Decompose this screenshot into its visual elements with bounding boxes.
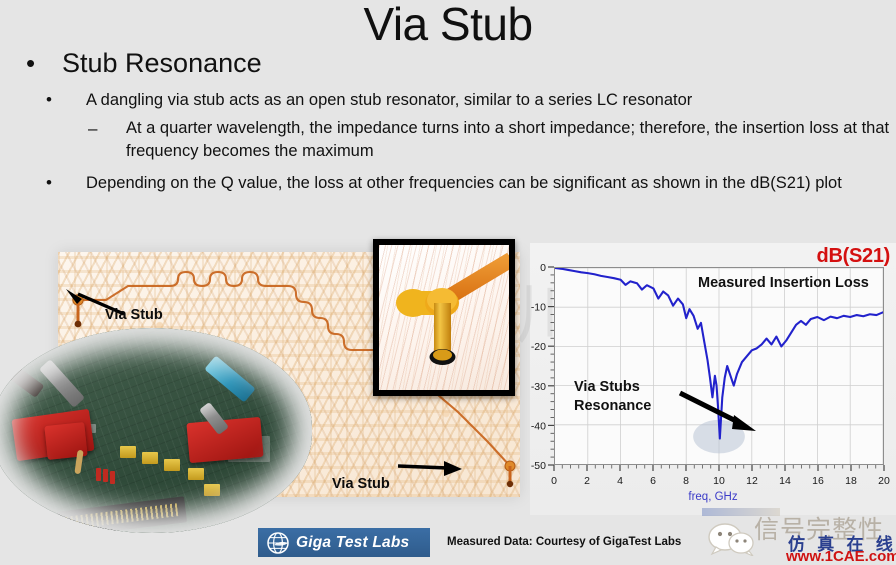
svg-text:-20: -20: [531, 341, 546, 353]
bullet-list: • Stub Resonance • A dangling via stub a…: [0, 46, 896, 195]
site-watermark: 信号完整性 仿 真 在 线 www.1CAE.com: [700, 508, 896, 565]
svg-text:20: 20: [878, 475, 890, 487]
pcb-callout-label-2: Via Stub: [332, 476, 390, 492]
svg-text:18: 18: [845, 475, 857, 487]
chart-xlabel: freq, GHz: [688, 491, 738, 503]
wechat-icon: [708, 523, 754, 556]
svg-text:-50: -50: [531, 460, 546, 472]
pcb-component: [103, 469, 108, 482]
svg-text:-10: -10: [531, 302, 546, 314]
pcb-photograph: [0, 328, 312, 533]
bullet-level1: • Stub Resonance: [26, 46, 896, 80]
pcb-component: [110, 471, 115, 484]
pcb-component: [164, 459, 180, 471]
bullet-item-0: • A dangling via stub acts as an open st…: [46, 88, 896, 112]
svg-text:12: 12: [746, 475, 758, 487]
bullet-item-2-text: Depending on the Q value, the loss at ot…: [86, 174, 842, 192]
svg-text:6: 6: [650, 475, 656, 487]
watermark-url: www.1CAE.com: [786, 548, 896, 565]
chart-callout-line2: Resonance: [574, 398, 652, 414]
pcb-component: [120, 446, 136, 458]
chart-callout-line1: Via Stubs: [574, 379, 640, 395]
svg-text:14: 14: [779, 475, 791, 487]
bullet-item-1-text: At a quarter wavelength, the impedance t…: [126, 119, 890, 160]
bullet-item-0-text: A dangling via stub acts as an open stub…: [86, 91, 693, 109]
chart-annotation: Measured Insertion Loss: [698, 275, 869, 291]
svg-text:0: 0: [540, 262, 546, 274]
bullet-marker: •: [46, 90, 52, 109]
slide-canvas: Via Stub • Stub Resonance • A dangling v…: [0, 0, 896, 565]
svg-text:4: 4: [617, 475, 623, 487]
via-3d-inset: [373, 239, 515, 396]
pcb-component: [96, 468, 101, 481]
bullet-marker: •: [46, 173, 52, 192]
bullet-item-1: – At a quarter wavelength, the impedance…: [88, 117, 896, 163]
pcb-component: [188, 468, 204, 480]
via-3d-geometry: [396, 253, 509, 365]
page-title: Via Stub: [363, 0, 533, 50]
pcb-callout-label-1: Via Stub: [105, 307, 163, 323]
bullet-marker: –: [88, 119, 98, 138]
pcb-component: [142, 452, 158, 464]
bullet-item-2: • Depending on the Q value, the loss at …: [46, 171, 896, 195]
svg-text:8: 8: [683, 475, 689, 487]
courtesy-caption: Measured Data: Courtesy of GigaTest Labs: [447, 536, 682, 548]
svg-text:0: 0: [551, 475, 557, 487]
bullet-marker: •: [26, 48, 36, 78]
svg-text:16: 16: [812, 475, 824, 487]
via-3d-render: [379, 245, 509, 390]
svg-text:2: 2: [584, 475, 590, 487]
s21-chart: 川 dB(S21) 0 -10 -20 -30 -40 -50 0 2 4 6 8 10 12 14 16 1…: [516, 243, 896, 515]
bullet-level1-text: Stub Resonance: [62, 48, 262, 78]
gigatest-logo: Giga Test Labs: [258, 528, 430, 557]
svg-text:-30: -30: [531, 381, 546, 393]
svg-text:-40: -40: [531, 420, 546, 432]
svg-text:10: 10: [713, 475, 725, 487]
gigatest-logo-text: Giga Test Labs: [296, 533, 410, 551]
chart-callout-arrow-icon: [678, 390, 756, 431]
globe-icon: [267, 531, 289, 554]
chart-callout-label: Via Stubs Resonance: [574, 378, 651, 416]
pcb-component: [204, 484, 220, 496]
